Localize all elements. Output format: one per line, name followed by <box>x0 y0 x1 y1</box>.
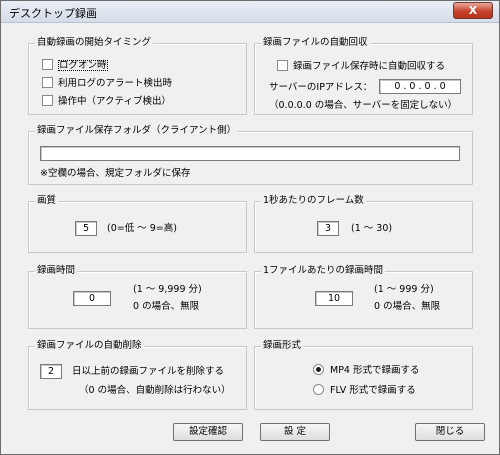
start-timing-legend: 自動録画の開始タイミング <box>35 37 154 49</box>
quality-group: 画質 5 (0=低 ～ 9=高) <box>28 195 247 253</box>
title-bar: デスクトップ録画 X <box>1 1 499 23</box>
auto-collect-label: 録画ファイル保存時に自動回収する <box>293 61 446 72</box>
auto-delete-group: 録画ファイルの自動削除 2 日以上前の録画ファイルを削除する （0 の場合、自動… <box>28 340 247 410</box>
save-folder-group: 録画ファイル保存フォルダ（クライアント側） ※空欄の場合、規定フォルダに保存 <box>28 125 473 185</box>
close-button[interactable]: 閉じる <box>415 423 485 441</box>
fps-group: 1秒あたりのフレーム数 3 (1 ～ 30) <box>254 195 473 253</box>
format-flv-radio[interactable]: FLV 形式で録画する <box>313 382 416 396</box>
format-legend: 録画形式 <box>261 340 304 352</box>
quality-input[interactable]: 5 <box>75 221 97 236</box>
ip-octet-2: 0 <box>409 81 416 92</box>
quality-hint: (0=低 ～ 9=高) <box>107 223 177 234</box>
server-ip-input[interactable]: 0 . 0 . 0 . 0 <box>379 79 461 94</box>
format-mp4-label: MP4 形式で録画する <box>330 365 420 376</box>
ip-octet-3: 0 <box>424 81 431 92</box>
auto-collect-checkbox[interactable]: 録画ファイル保存時に自動回収する <box>277 58 445 72</box>
active-detect-checkbox[interactable]: 操作中（アクティブ検出） <box>42 93 171 107</box>
desktop-recording-dialog: デスクトップ録画 X 自動録画の開始タイミング ログオン時 利用ログのアラート検… <box>0 0 500 455</box>
quality-legend: 画質 <box>35 195 59 207</box>
start-timing-group: 自動録画の開始タイミング ログオン時 利用ログのアラート検出時 操作中（アクティ… <box>28 37 247 115</box>
recording-time-input[interactable]: 0 <box>73 291 111 306</box>
fps-hint: (1 ～ 30) <box>351 223 393 234</box>
save-folder-legend: 録画ファイル保存フォルダ（クライアント側） <box>35 125 239 137</box>
checkbox-box[interactable] <box>277 60 288 71</box>
file-time-note: 0 の場合、無限 <box>374 301 441 312</box>
close-icon[interactable]: X <box>453 2 493 19</box>
confirm-settings-button[interactable]: 設定確認 <box>173 423 243 441</box>
recording-time-note: 0 の場合、無限 <box>133 301 200 312</box>
save-folder-input[interactable] <box>40 146 460 161</box>
recording-time-group: 録画時間 0 (1 ～ 9,999 分) 0 の場合、無限 <box>28 265 247 329</box>
file-time-range: (1 ～ 999 分) <box>374 284 434 295</box>
checkbox-box[interactable] <box>42 77 53 88</box>
fps-legend: 1秒あたりのフレーム数 <box>261 195 366 207</box>
server-ip-label: サーバーのIPアドレス： <box>269 82 373 93</box>
auto-delete-legend: 録画ファイルの自動削除 <box>35 340 144 352</box>
file-time-group: 1ファイルあたりの録画時間 10 (1 ～ 999 分) 0 の場合、無限 <box>254 265 473 329</box>
fps-input[interactable]: 3 <box>317 221 339 236</box>
format-flv-label: FLV 形式で録画する <box>330 385 416 396</box>
recording-time-range: (1 ～ 9,999 分) <box>133 284 202 295</box>
file-time-input[interactable]: 10 <box>315 291 353 306</box>
auto-delete-suffix: 日以上前の録画ファイルを削除する <box>72 366 225 377</box>
ip-octet-1: 0 <box>394 81 401 92</box>
checkbox-box[interactable] <box>42 95 53 106</box>
radio-selected-icon[interactable] <box>313 364 324 375</box>
save-folder-note: ※空欄の場合、規定フォルダに保存 <box>40 168 191 179</box>
format-mp4-radio[interactable]: MP4 形式で録画する <box>313 362 420 376</box>
radio-icon[interactable] <box>313 384 324 395</box>
auto-delete-note: （0 の場合、自動削除は行わない） <box>79 385 231 396</box>
alert-detect-label: 利用ログのアラート検出時 <box>58 78 173 89</box>
auto-delete-days-input[interactable]: 2 <box>40 364 62 379</box>
file-time-legend: 1ファイルあたりの録画時間 <box>261 265 386 277</box>
recording-time-legend: 録画時間 <box>35 265 78 277</box>
auto-collect-group: 録画ファイルの自動回収 録画ファイル保存時に自動回収する サーバーのIPアドレス… <box>254 37 473 115</box>
auto-collect-legend: 録画ファイルの自動回収 <box>261 37 370 49</box>
alert-detect-checkbox[interactable]: 利用ログのアラート検出時 <box>42 75 172 89</box>
server-ip-note: （0.0.0.0 の場合、サーバーを固定しない） <box>269 100 458 111</box>
checkbox-box[interactable] <box>42 59 53 70</box>
apply-settings-button[interactable]: 設 定 <box>260 423 330 441</box>
window-title: デスクトップ録画 <box>9 7 97 20</box>
format-group: 録画形式 MP4 形式で録画する FLV 形式で録画する <box>254 340 473 410</box>
logon-label: ログオン時 <box>58 60 108 71</box>
logon-checkbox[interactable]: ログオン時 <box>42 57 108 71</box>
active-detect-label: 操作中（アクティブ検出） <box>58 96 171 107</box>
ip-octet-4: 0 <box>439 81 446 92</box>
